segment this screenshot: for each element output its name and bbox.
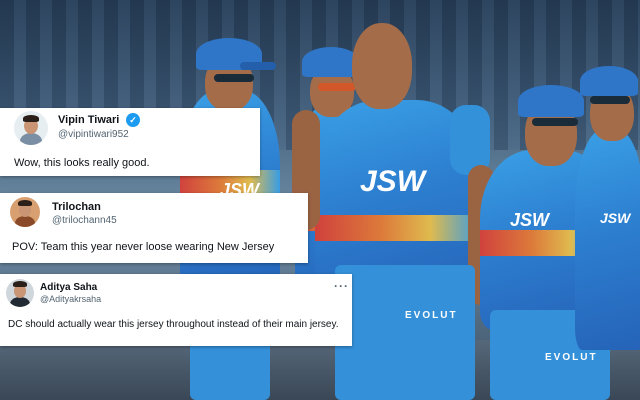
tweet-card-2: Trilochan @trilochann45 POV: Team this y… — [0, 193, 308, 263]
jersey-logo: JSW — [510, 210, 550, 230]
avatar — [14, 111, 48, 145]
tweet-text: POV: Team this year never loose wearing … — [12, 241, 275, 253]
tweet-author-handle: @trilochann45 — [52, 215, 117, 226]
jersey-logo: JSW — [600, 210, 631, 226]
jersey-logo: JSW — [360, 165, 426, 198]
tweet-author-handle: @Adityakrsaha — [40, 294, 102, 304]
tweet-author-name: Trilochan — [52, 201, 101, 213]
verified-badge-icon: ✓ — [126, 113, 140, 127]
player-far-right: JSW — [570, 60, 640, 400]
tweet-text: Wow, this looks really good. — [14, 157, 150, 169]
tweet-author-name: Vipin Tiwari — [58, 114, 120, 126]
avatar — [10, 197, 40, 227]
tweet-card-1: Vipin Tiwari ✓ @vipintiwari952 Wow, this… — [0, 108, 260, 176]
avatar — [6, 279, 34, 307]
shorts-brand: EVOLUT — [405, 310, 458, 321]
more-options-icon[interactable]: ··· — [334, 279, 349, 293]
tweet-text: DC should actually wear this jersey thro… — [8, 319, 339, 330]
tweet-author-handle: @vipintiwari952 — [58, 129, 129, 140]
tweet-author-name: Aditya Saha — [40, 282, 98, 293]
tweet-card-3: Aditya Saha @Adityakrsaha ··· DC should … — [0, 274, 352, 346]
